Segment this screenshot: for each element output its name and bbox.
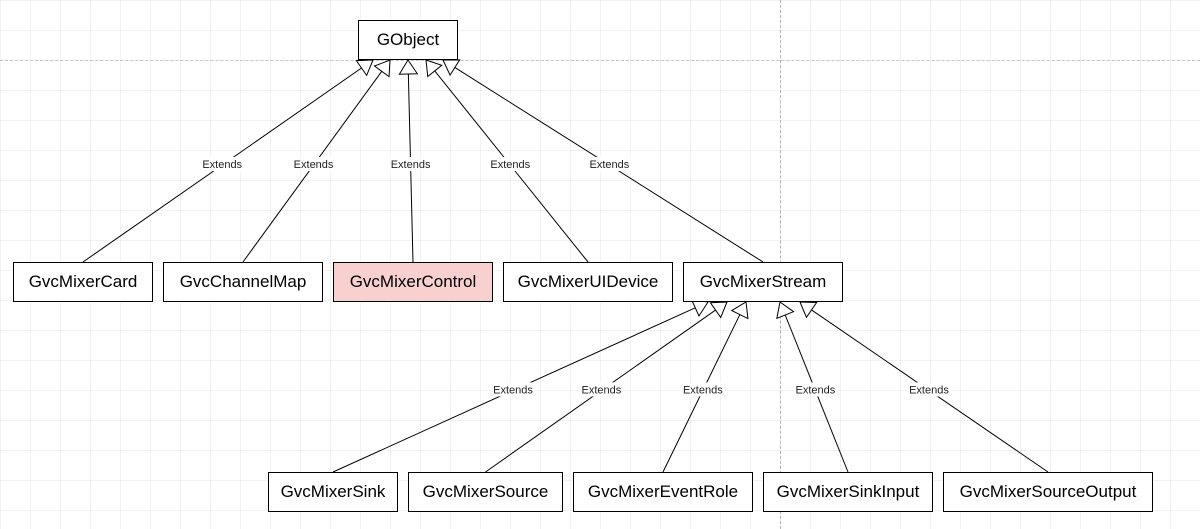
class-node-sourceOutput[interactable]: GvcMixerSourceOutput bbox=[943, 472, 1153, 512]
class-node-label: GvcMixerSource bbox=[423, 482, 549, 502]
class-node-label: GvcMixerSinkInput bbox=[777, 482, 920, 502]
class-node-label: GvcMixerStream bbox=[700, 272, 827, 292]
class-node-label: GvcMixerCard bbox=[29, 272, 138, 292]
class-node-stream[interactable]: GvcMixerStream bbox=[683, 262, 843, 302]
class-node-gobject[interactable]: GObject bbox=[358, 20, 458, 60]
class-node-control[interactable]: GvcMixerControl bbox=[333, 262, 493, 302]
class-node-label: GvcMixerSink bbox=[281, 482, 386, 502]
page-break-horizontal bbox=[0, 60, 1200, 61]
class-node-label: GObject bbox=[377, 30, 439, 50]
class-node-label: GvcMixerControl bbox=[350, 272, 477, 292]
class-node-card[interactable]: GvcMixerCard bbox=[13, 262, 153, 302]
class-node-sinkInput[interactable]: GvcMixerSinkInput bbox=[763, 472, 933, 512]
class-node-eventRole[interactable]: GvcMixerEventRole bbox=[573, 472, 753, 512]
class-node-label: GvcMixerEventRole bbox=[588, 482, 738, 502]
class-node-source[interactable]: GvcMixerSource bbox=[408, 472, 563, 512]
class-node-label: GvcMixerUIDevice bbox=[518, 272, 659, 292]
class-node-uiDevice[interactable]: GvcMixerUIDevice bbox=[503, 262, 673, 302]
class-node-label: GvcChannelMap bbox=[180, 272, 307, 292]
class-node-sink[interactable]: GvcMixerSink bbox=[268, 472, 398, 512]
class-node-label: GvcMixerSourceOutput bbox=[960, 482, 1137, 502]
class-node-channelMap[interactable]: GvcChannelMap bbox=[163, 262, 323, 302]
